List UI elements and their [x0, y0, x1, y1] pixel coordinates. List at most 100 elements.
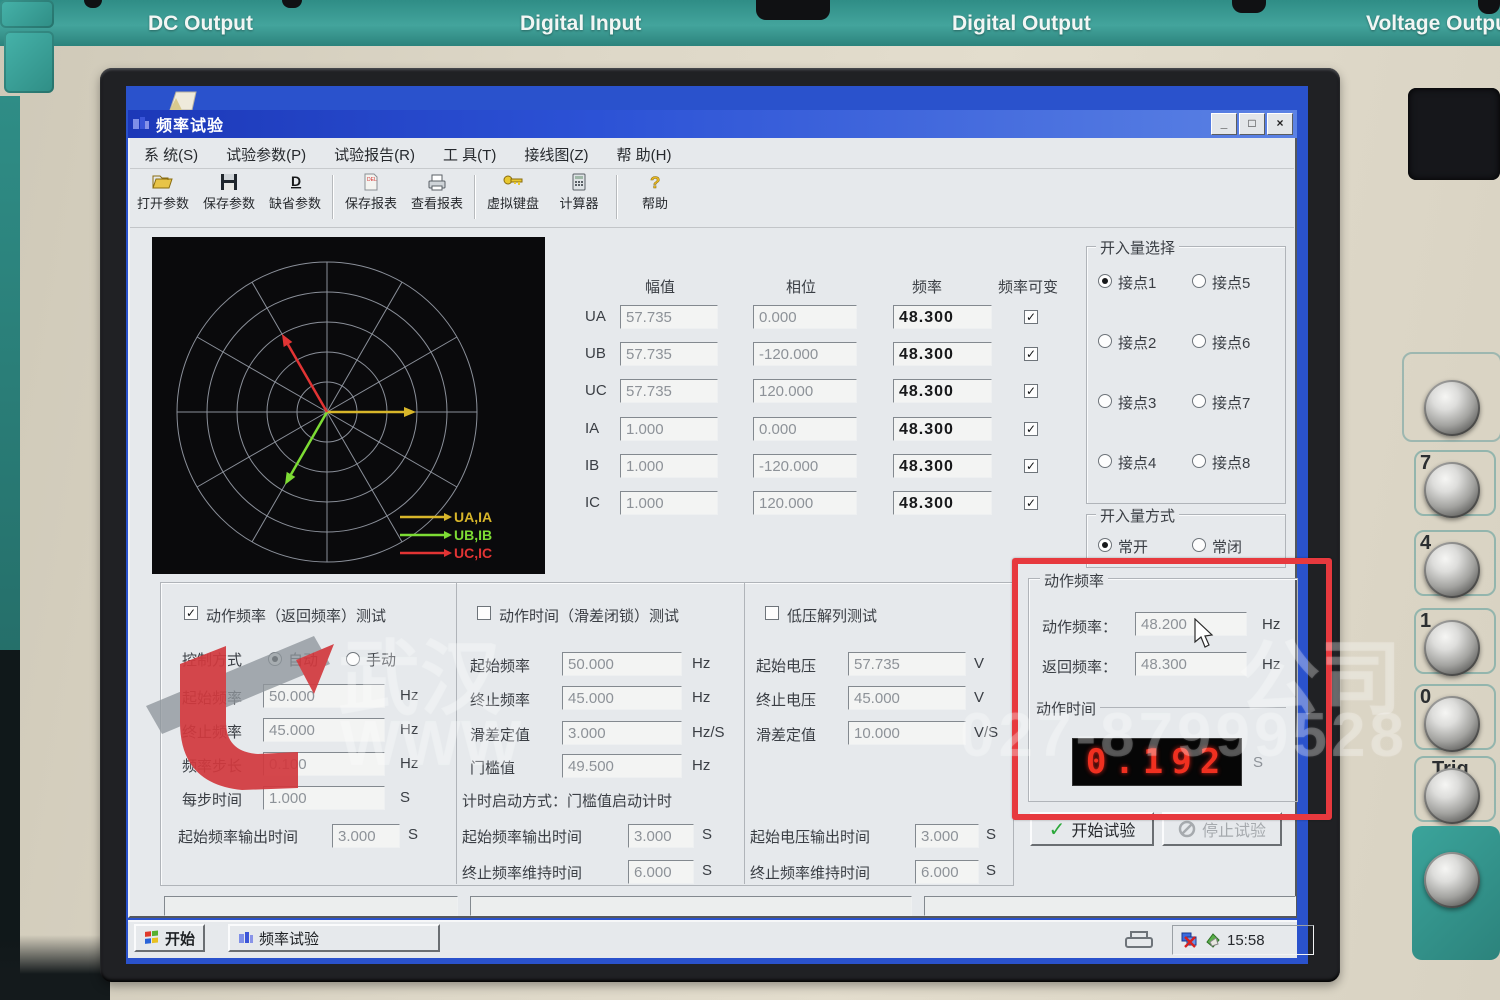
start-button[interactable]: 开始	[134, 924, 206, 952]
trip-time-test-起始频率-field[interactable]: 50.000	[562, 652, 682, 676]
trip-time-test-终止频率-field[interactable]: 45.000	[562, 686, 682, 710]
windows-logo-icon	[145, 930, 158, 944]
phasor-legend-label: UB,IB	[454, 527, 492, 543]
channel-IC-amplitude-field[interactable]: 1.000	[620, 491, 718, 515]
menu-item-3[interactable]: 试验报告(R)	[320, 144, 429, 165]
trip-time-test-bottom-unit-1: S	[702, 826, 713, 843]
channel-IB-frequency-field[interactable]: 48.300	[893, 454, 992, 478]
phasor-legend-label: UA,IA	[454, 509, 492, 525]
contact-radio-7[interactable]	[1192, 394, 1206, 408]
freq-trip-test-起始频率输出时间-field[interactable]: 3.000	[332, 824, 400, 848]
freq-trip-test-bottom-label-1: 起始频率输出时间	[178, 829, 299, 846]
app-icon	[133, 117, 149, 129]
contact-label-4: 接点4	[1118, 455, 1157, 472]
close-button[interactable]: ×	[1267, 113, 1293, 135]
channel-UA-frequency-field[interactable]: 48.300	[893, 305, 992, 329]
desktop-icon[interactable]	[166, 88, 200, 112]
undervoltage-test-终止频率维持时间-field[interactable]: 6.000	[915, 860, 979, 884]
panel-knob-bottom[interactable]	[1424, 852, 1480, 908]
channel-UA-amplitude-field[interactable]: 57.735	[620, 305, 718, 329]
trip-time-test-滑差定值-field[interactable]: 3.000	[562, 721, 682, 745]
menu-item-2[interactable]: 试验参数(P)	[212, 144, 320, 165]
mouse-cursor	[1194, 618, 1214, 648]
toolbar-open-folder-button[interactable]: 打开参数	[130, 169, 196, 212]
channel-IB-phase-field[interactable]: -120.000	[753, 454, 857, 478]
channel-IC-phase-field[interactable]: 120.000	[753, 491, 857, 515]
contact-radio-2[interactable]	[1098, 334, 1112, 348]
freq-trip-test-field-label-4: 每步时间	[182, 792, 243, 809]
minimize-button[interactable]: _	[1211, 113, 1237, 135]
taskbar-task-button[interactable]: 频率试验	[228, 924, 440, 952]
undervoltage-test-title: 低压解列测试	[787, 608, 878, 625]
undervoltage-test-起始电压输出时间-field[interactable]: 3.000	[915, 824, 979, 848]
contact-radio-8[interactable]	[1192, 454, 1206, 468]
channel-IC-freq-variable-checkbox[interactable]: ✓	[1024, 496, 1038, 510]
channel-UC-phase-field[interactable]: 120.000	[753, 379, 857, 403]
contact-radio-6[interactable]	[1192, 334, 1206, 348]
trip-time-test-起始频率输出时间-field[interactable]: 3.000	[628, 824, 694, 848]
menu-item-5[interactable]: 接线图(Z)	[510, 144, 602, 165]
channel-UB-amplitude-field[interactable]: 57.735	[620, 342, 718, 366]
toolbar-calculator-button[interactable]: 计算器	[546, 169, 612, 212]
channel-UC-frequency-field[interactable]: 48.300	[893, 379, 992, 403]
toolbar-virtual-keyboard-button[interactable]: 虚拟键盘	[480, 169, 546, 212]
channel-IA-frequency-field[interactable]: 48.300	[893, 417, 992, 441]
toolbar-save-report-button[interactable]: DEL 保存报表	[338, 169, 404, 212]
channel-UB-frequency-field[interactable]: 48.300	[893, 342, 992, 366]
trip-time-test-终止频率维持时间-field[interactable]: 6.000	[628, 860, 694, 884]
channel-UC-freq-variable-checkbox[interactable]: ✓	[1024, 384, 1038, 398]
contact-label-7: 接点7	[1212, 395, 1251, 412]
channel-IA-amplitude-field[interactable]: 1.000	[620, 417, 718, 441]
undervoltage-test-checkbox[interactable]	[765, 606, 779, 620]
window-titlebar[interactable]: 频率试验 _ □ ×	[128, 110, 1297, 138]
channel-IA-phase-field[interactable]: 0.000	[753, 417, 857, 441]
printer-icon[interactable]	[1122, 930, 1156, 950]
panel-knob-0[interactable]	[1424, 696, 1480, 752]
undervoltage-test-起始电压-field[interactable]: 57.735	[848, 652, 966, 676]
toolbar-label: 保存报表	[344, 196, 397, 211]
menu-item-6[interactable]: 帮 助(H)	[602, 144, 685, 165]
mode-radio-2[interactable]	[1192, 538, 1206, 552]
device-label-digital-output: Digital Output	[952, 12, 1091, 35]
input-mode-groupbox-title: 开入量方式	[1096, 505, 1180, 526]
panel-knob-top[interactable]	[1424, 380, 1480, 436]
toolbar-save-floppy-button[interactable]: 保存参数	[196, 169, 262, 212]
channel-UB-freq-variable-checkbox[interactable]: ✓	[1024, 347, 1038, 361]
mode-radio-1[interactable]	[1098, 538, 1112, 552]
channel-UA-freq-variable-checkbox[interactable]: ✓	[1024, 310, 1038, 324]
channel-IB-freq-variable-checkbox[interactable]: ✓	[1024, 459, 1038, 473]
channel-UC-amplitude-field[interactable]: 57.735	[620, 379, 718, 403]
contact-radio-4[interactable]	[1098, 454, 1112, 468]
maximize-button[interactable]: □	[1239, 113, 1265, 135]
channel-UB-phase-field[interactable]: -120.000	[753, 342, 857, 366]
toolbar-view-report-button[interactable]: 查看报表	[404, 169, 470, 212]
toolbar-help-button[interactable]: ? 帮助	[622, 169, 688, 212]
panel-knob-Trig[interactable]	[1424, 768, 1480, 824]
toolbar-default-params-button[interactable]: D 缺省参数	[262, 169, 328, 212]
menu-bar: 系 统(S) 试验参数(P) 试验报告(R) 工 具(T) 接线图(Z) 帮 助(H)	[130, 140, 1294, 169]
channel-IB-amplitude-field[interactable]: 1.000	[620, 454, 718, 478]
panel-knob-4[interactable]	[1424, 542, 1480, 598]
channel-IA-freq-variable-checkbox[interactable]: ✓	[1024, 422, 1038, 436]
undervoltage-test-滑差定值-field[interactable]: 10.000	[848, 721, 966, 745]
menu-item-4[interactable]: 工 具(T)	[429, 144, 510, 165]
tray-utility-icon[interactable]	[1205, 932, 1221, 948]
network-disconnected-icon[interactable]	[1181, 932, 1199, 948]
contact-radio-3[interactable]	[1098, 394, 1112, 408]
channel-IC-frequency-field[interactable]: 48.300	[893, 491, 992, 515]
panel-knob-7[interactable]	[1424, 462, 1480, 518]
calculator-icon	[546, 173, 612, 191]
trip-time-test-门槛值-field[interactable]: 49.500	[562, 754, 682, 778]
trip-time-test-field-unit-3: Hz/S	[692, 724, 725, 741]
taskbar-clock: 15:58	[1227, 931, 1265, 949]
contact-radio-5[interactable]	[1192, 274, 1206, 288]
panel-knob-1[interactable]	[1424, 620, 1480, 676]
contact-radio-1[interactable]	[1098, 274, 1112, 288]
trip-time-test-note: 计时启动方式：门槛值启动计时	[462, 793, 673, 810]
menu-item-1[interactable]: 系 统(S)	[130, 144, 212, 165]
channel-UA-phase-field[interactable]: 0.000	[753, 305, 857, 329]
phasor-legend-label: UC,IC	[454, 545, 492, 561]
undervoltage-test-field-label-1: 起始电压	[756, 658, 817, 675]
undervoltage-test-终止电压-field[interactable]: 45.000	[848, 686, 966, 710]
device-connector-panel	[1408, 88, 1500, 180]
